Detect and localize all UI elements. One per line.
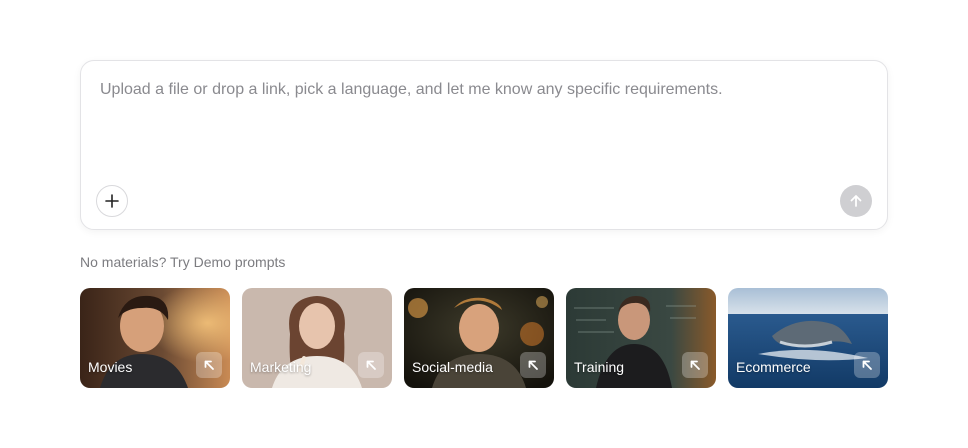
demo-card-label: Social-media (412, 359, 493, 375)
add-attachment-button[interactable] (96, 185, 128, 217)
plus-icon (105, 194, 119, 208)
demo-prompts-heading: No materials? Try Demo prompts (80, 254, 286, 270)
demo-card-label: Training (574, 359, 625, 375)
arrow-up-left-icon (358, 352, 384, 378)
demo-card-social-media[interactable]: Social-media (404, 288, 554, 388)
arrow-up-left-icon (196, 352, 222, 378)
send-button[interactable] (840, 185, 872, 217)
demo-card-movies[interactable]: Movies (80, 288, 230, 388)
arrow-up-left-icon (682, 352, 708, 378)
arrow-up-icon (850, 195, 862, 207)
demo-card-label: Marketing (250, 359, 312, 375)
prompt-composer (80, 60, 888, 230)
arrow-up-left-icon (520, 352, 546, 378)
demo-card-label: Ecommerce (736, 359, 811, 375)
demo-card-ecommerce[interactable]: Ecommerce (728, 288, 888, 388)
demo-card-training[interactable]: Training (566, 288, 716, 388)
prompt-input[interactable] (100, 79, 860, 169)
demo-card-label: Movies (88, 359, 133, 375)
arrow-up-left-icon (854, 352, 880, 378)
demo-card-marketing[interactable]: Marketing (242, 288, 392, 388)
